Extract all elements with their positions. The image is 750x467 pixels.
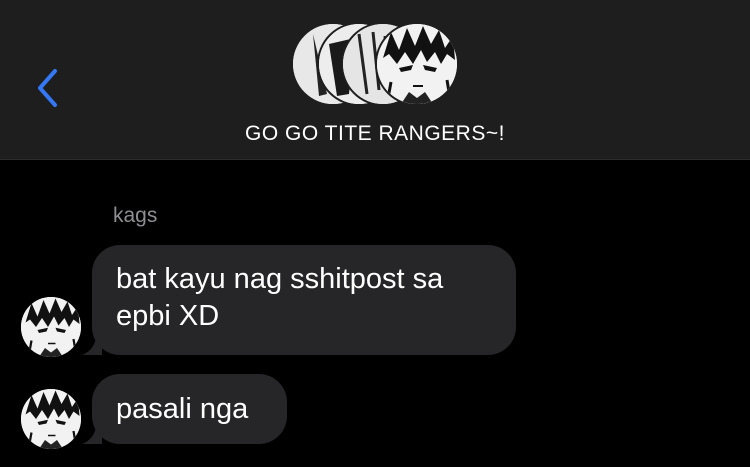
group-avatar-stack[interactable] — [291, 22, 461, 106]
message-bubble[interactable]: bat kayu nag sshitpost sa epbi XD — [92, 245, 516, 355]
chevron-left-icon — [38, 69, 57, 107]
bubble-tail — [82, 335, 102, 355]
member-avatar — [375, 22, 459, 106]
avatar[interactable] — [21, 297, 81, 357]
bubble-tail — [82, 424, 102, 444]
sender-name: kags — [113, 204, 158, 227]
group-title[interactable]: GO GO TITE RANGERS~! — [0, 122, 750, 146]
avatar[interactable] — [21, 389, 81, 449]
back-button[interactable] — [30, 66, 64, 110]
message-bubble[interactable]: pasali nga — [92, 374, 287, 444]
chat-header: GO GO TITE RANGERS~! — [0, 0, 750, 160]
